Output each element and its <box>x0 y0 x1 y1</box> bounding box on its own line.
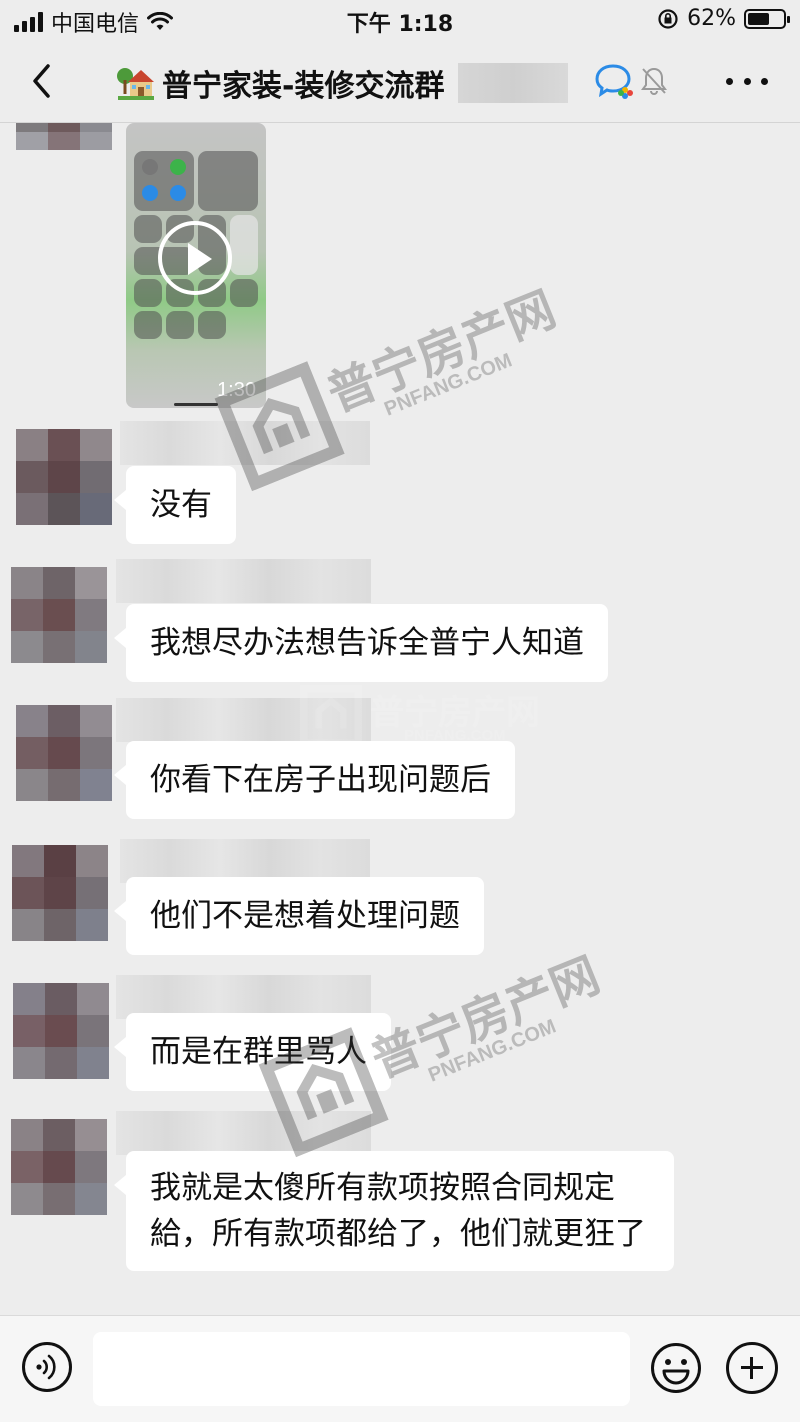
chat-title[interactable]: 普宁家装-装修交流群 <box>116 61 569 105</box>
message-text: 而是在群里骂人 <box>150 1034 367 1070</box>
avatar[interactable] <box>11 567 107 663</box>
more-dot <box>726 77 733 85</box>
play-icon[interactable] <box>158 221 232 295</box>
avatar[interactable] <box>12 845 108 941</box>
video-message[interactable]: 1:30 <box>126 123 266 408</box>
message-text: 他们不是想着处理问题 <box>150 898 460 934</box>
house-with-garden-icon <box>117 68 154 100</box>
redacted-title-suffix <box>458 63 569 103</box>
sender-name-redacted <box>116 698 371 742</box>
message-text: 没有 <box>150 487 212 523</box>
more-dot <box>743 77 751 85</box>
back-button[interactable] <box>22 58 62 104</box>
message-input[interactable] <box>93 1332 630 1406</box>
message-bubble[interactable]: 没有 <box>114 466 236 544</box>
sender-name-redacted <box>116 559 371 603</box>
watermark-domain: PNFANG.COM <box>425 1015 560 1087</box>
message-bubble[interactable]: 他们不是想着处理问题 <box>114 877 484 955</box>
emoji-icon[interactable] <box>650 1342 702 1394</box>
chat-message-list[interactable]: 1:30 没有 我想尽办法想告诉全普宁人知道 你看下在房子出现问题后 他们不是想… <box>0 123 800 1315</box>
sender-name-redacted <box>116 1111 371 1155</box>
battery-icon <box>744 8 790 29</box>
sender-name-redacted <box>120 421 370 465</box>
message-bubble[interactable]: 我就是太傻所有款项按照合同规定給，所有款项都给了，他们就更狂了 <box>114 1151 674 1271</box>
more-dot <box>761 77 768 85</box>
nav-bar: 普宁家装-装修交流群 <box>0 44 800 120</box>
battery-percent: 62% <box>687 6 736 31</box>
avatar[interactable] <box>11 1119 107 1215</box>
back-chevron-icon <box>33 64 50 98</box>
avatar[interactable] <box>16 429 112 525</box>
message-text: 我就是太傻所有款项按照合同规定給，所有款项都给了，他们就更狂了 <box>150 1170 646 1252</box>
plus-icon[interactable] <box>726 1342 778 1394</box>
video-home-indicator <box>174 403 218 406</box>
watermark-brand: 普宁房产网 <box>363 947 608 1089</box>
watermark-brand: 普宁房产网 <box>319 281 564 423</box>
mute-bell-icon <box>641 67 667 95</box>
avatar[interactable] <box>16 705 112 801</box>
watermark-brand: 普宁房产网 <box>370 693 540 733</box>
more-button[interactable] <box>722 64 772 98</box>
status-right: 62% <box>657 6 790 31</box>
message-text: 我想尽办法想告诉全普宁人知道 <box>150 625 584 661</box>
status-bar: 中国电信 下午 1:18 62% <box>0 0 800 40</box>
message-bubble[interactable]: 你看下在房子出现问题后 <box>114 741 515 819</box>
watermark-domain: PNFANG.COM <box>381 349 516 421</box>
voice-button[interactable] <box>22 1342 72 1392</box>
rotation-lock-icon <box>658 8 678 29</box>
chat-title-text: 普宁家装-装修交流群 <box>162 69 445 104</box>
avatar[interactable] <box>16 123 112 167</box>
wecom-icon[interactable] <box>595 62 635 100</box>
message-bubble[interactable]: 而是在群里骂人 <box>114 1013 391 1091</box>
video-duration: 1:30 <box>217 379 256 401</box>
voice-icon <box>36 1354 56 1380</box>
avatar[interactable] <box>13 983 109 1079</box>
message-bubble[interactable]: 我想尽办法想告诉全普宁人知道 <box>114 604 608 682</box>
input-bar <box>0 1315 800 1422</box>
message-text: 你看下在房子出现问题后 <box>150 762 491 798</box>
